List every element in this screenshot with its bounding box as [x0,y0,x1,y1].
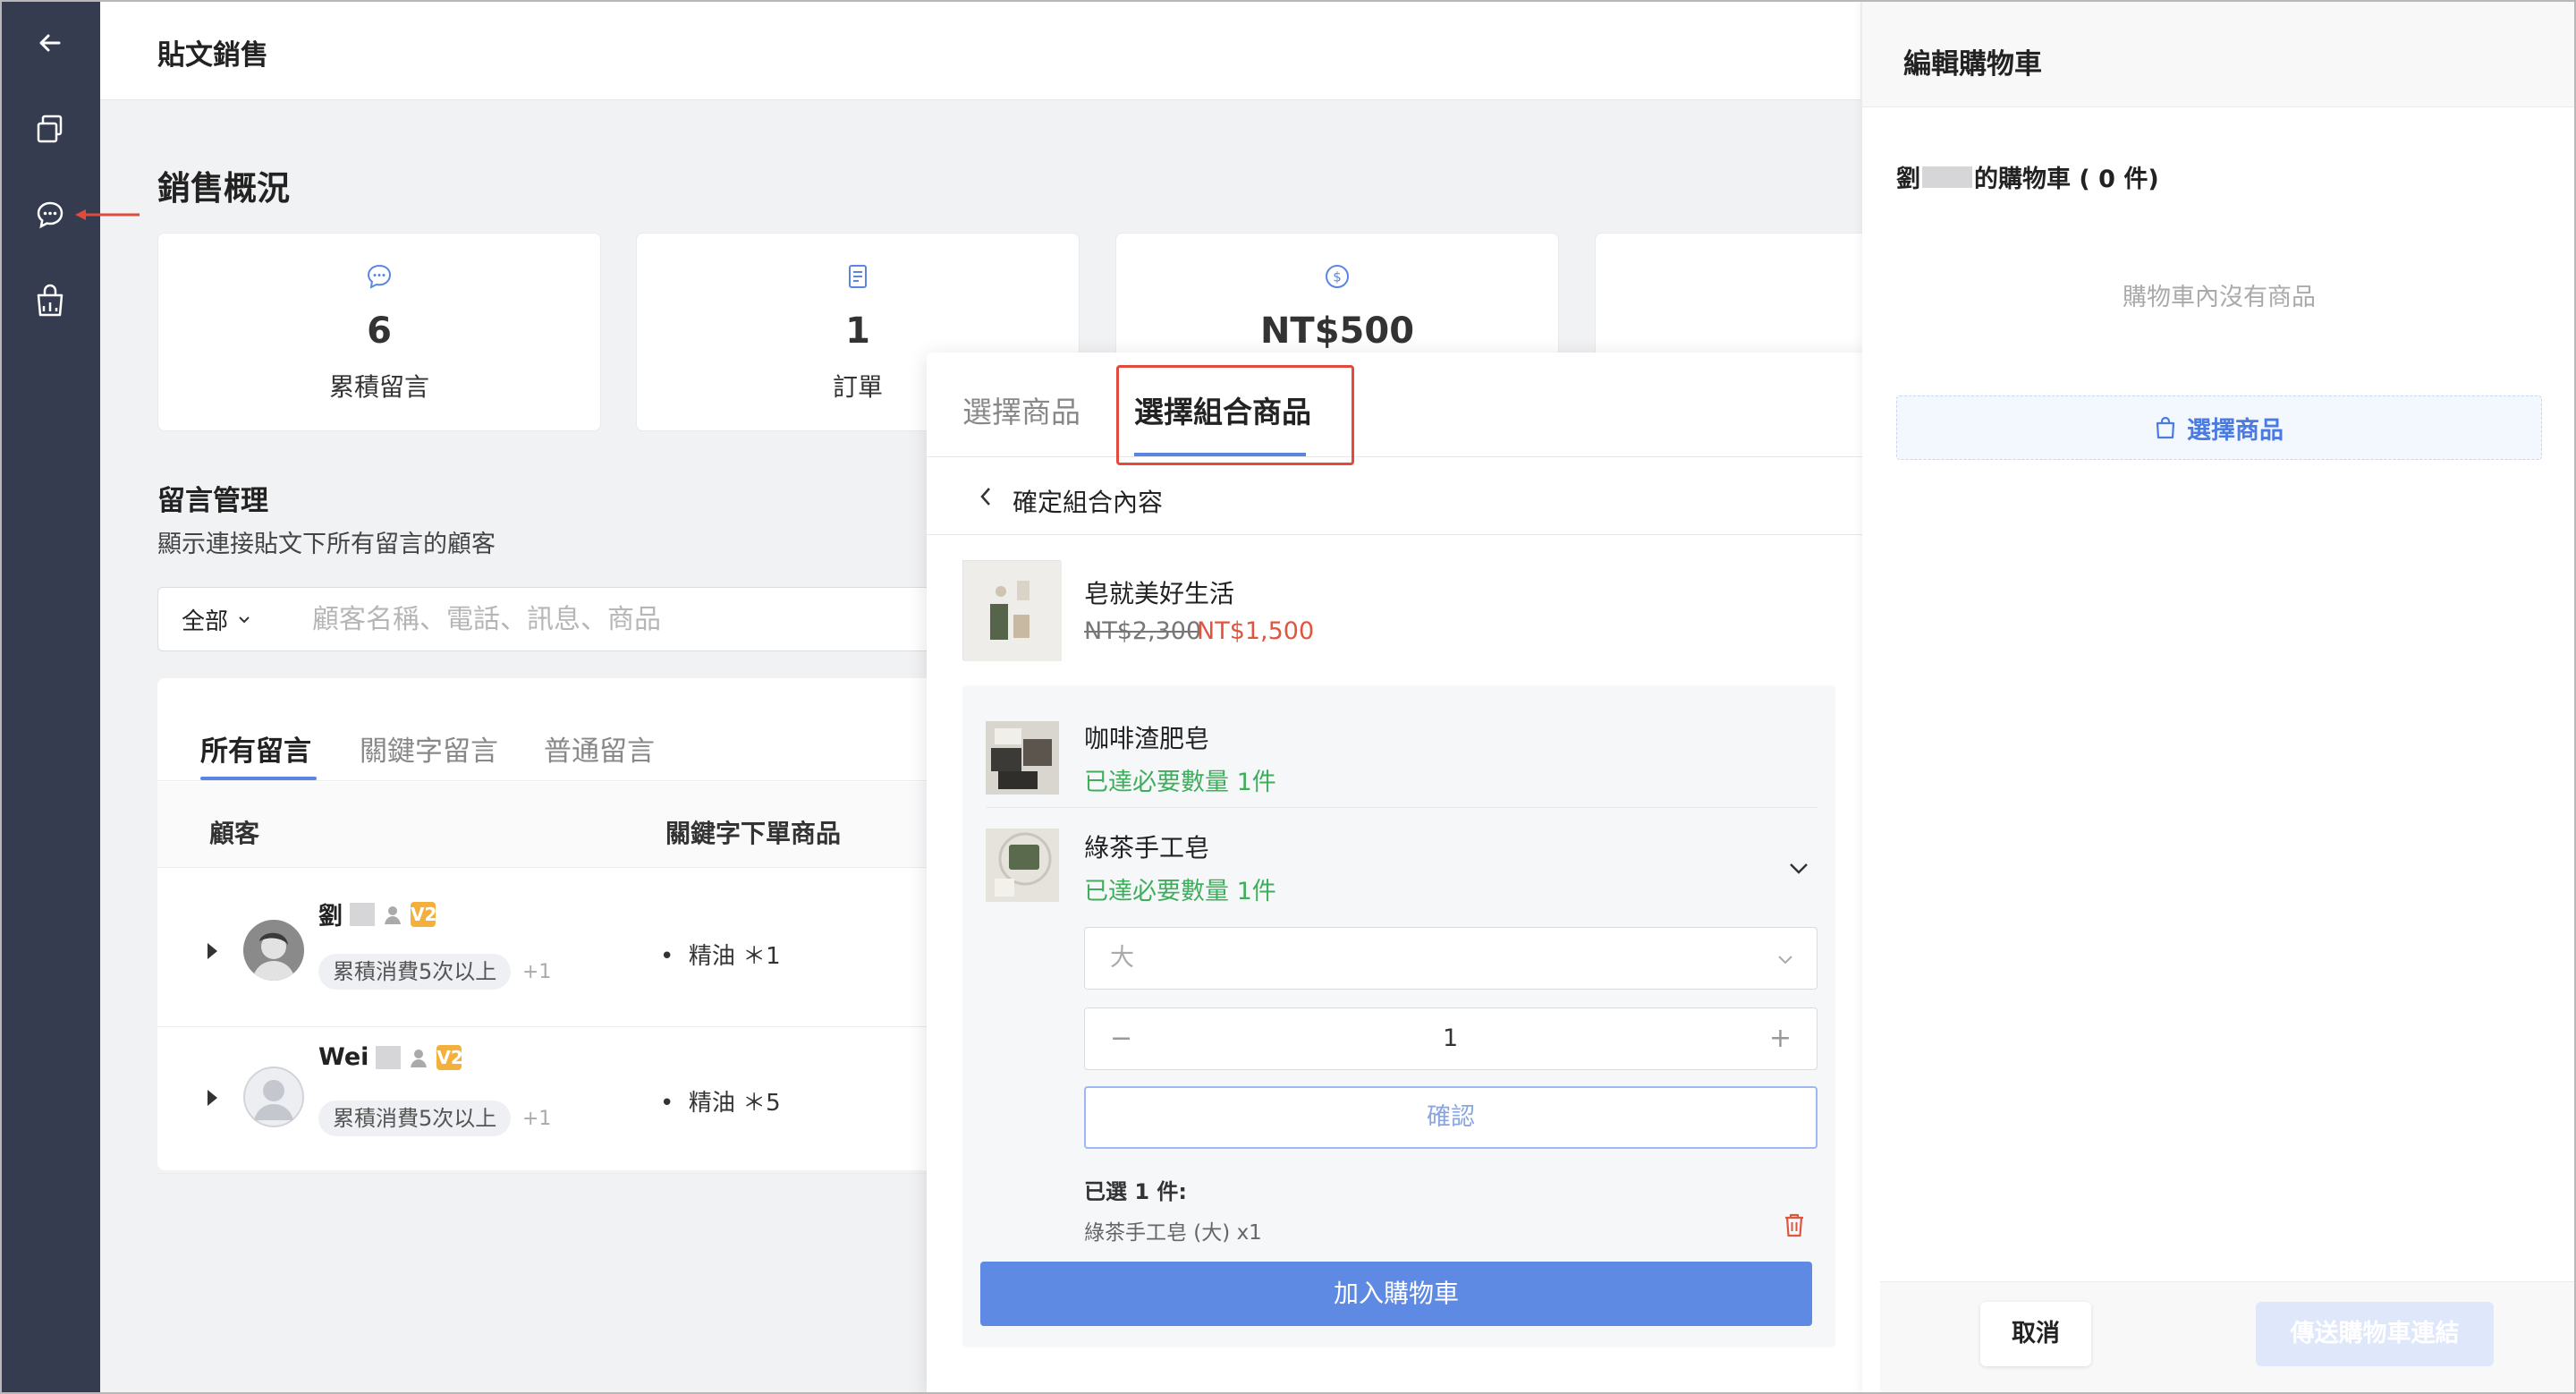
back-row[interactable]: 確定組合內容 [927,458,1875,535]
customer-name: 劉 V2 [318,901,437,931]
plus-icon[interactable]: + [1769,1023,1792,1054]
filter-value: 全部 [182,608,229,635]
bundle-product-popover: 選擇商品 選擇組合商品 確定組合內容 皂就美好生活 NT$2,300 NT$1,… [927,353,1875,1394]
stat-value: NT$500 [1259,310,1415,352]
keyword-product: • 精油 ＊1 [660,943,781,970]
size-select[interactable]: 大 [1084,927,1818,990]
tab-keyword-comments[interactable]: 關鍵字留言 [360,728,498,769]
size-value: 大 [1110,944,1134,972]
avatar [243,1067,304,1127]
original-price: NT$2,300 [1084,617,1202,645]
chevron-left-icon[interactable] [977,483,995,517]
expand-caret-icon[interactable] [208,943,217,959]
quantity-value: 1 [1443,1024,1459,1052]
quantity-stepper[interactable]: − 1 + [1084,1007,1818,1070]
search-input[interactable] [287,587,967,651]
overview-title: 銷售概況 [157,169,290,208]
item-image [986,721,1059,795]
annotation-arrow-icon [75,209,140,220]
expand-caret-icon[interactable] [208,1090,217,1106]
cart-empty-text: 購物車內沒有商品 [2123,284,2316,311]
svg-text:$: $ [1333,269,1342,285]
selected-item: 綠茶手工皂 (大) x1 [1084,1221,1262,1245]
column-customer: 顧客 [209,819,260,848]
chat-icon[interactable] [25,190,75,240]
customer-name: Wei V2 [318,1043,463,1071]
highlight-box [1116,365,1354,465]
cancel-button[interactable]: 取消 [1980,1302,2091,1366]
stat-label: 累積留言 [328,372,429,402]
page-title: 貼文銷售 [157,39,268,72]
back-label: 確定組合內容 [1013,488,1164,517]
back-arrow-icon[interactable] [25,18,75,68]
add-to-cart-button[interactable]: 加入購物車 [980,1262,1812,1326]
drawer-title: 編輯購物車 [1903,48,2042,81]
bundle-image [962,560,1062,661]
item-name: 咖啡渣肥皂 [1084,724,1210,753]
person-icon [411,1049,428,1067]
edit-cart-drawer: 編輯購物車 劉 的購物車 ( 0 件) 購物車內沒有商品 選擇商品 取消 傳送購… [1862,0,2576,1394]
comments-panel: 所有留言 關鍵字留言 普通留言 顧客 關鍵字下單商品 劉 V2 累積消費5次以上… [157,678,1016,1174]
chevron-down-icon[interactable] [1785,855,1812,882]
item-name: 綠茶手工皂 [1084,833,1210,863]
vip-badge: V2 [411,901,437,927]
send-cart-link-button[interactable]: 傳送購物車連結 [2256,1302,2494,1366]
tab-all-comments[interactable]: 所有留言 [200,728,311,769]
avatar [243,920,304,981]
cart-owner: 劉 的購物車 ( 0 件) [1896,166,2159,193]
redacted-text [1922,166,1972,188]
chevron-down-icon [1778,956,1792,965]
table-row[interactable]: Wei V2 累積消費5次以上 +1 • 精油 ＊5 [157,1027,1016,1174]
dollar-icon: $ [1326,265,1349,288]
choose-product-button[interactable]: 選擇商品 [1896,395,2542,460]
column-keyword-product: 關鍵字下單商品 [665,819,842,848]
comments-subtitle: 顯示連接貼文下所有留言的顧客 [157,531,496,558]
stat-value: 6 [367,310,392,352]
comments-title: 留言管理 [157,485,268,517]
stat-value: 1 [845,310,870,352]
item-status: 已達必要數量 1件 [1084,769,1276,796]
sale-price: NT$1,500 [1197,617,1315,645]
trash-icon[interactable] [1782,1211,1807,1238]
filter-select[interactable]: 全部 [157,587,288,651]
bundle-name: 皂就美好生活 [1084,579,1235,608]
person-icon [385,905,401,924]
item-image [986,829,1059,902]
bundle-items: 咖啡渣肥皂 已達必要數量 1件 綠茶手工皂 已達必要數量 1件 大 − 1 + … [962,685,1835,1347]
tab-select-product[interactable]: 選擇商品 [962,388,1080,431]
drawer-footer: 取消 傳送購物車連結 [1880,1281,2576,1394]
confirm-button[interactable]: 確認 [1084,1086,1818,1149]
minus-icon[interactable]: − [1110,1023,1132,1054]
redacted-text [376,1045,402,1069]
shopping-bag-icon[interactable] [25,276,75,326]
chat-icon [367,264,392,289]
pages-icon[interactable] [25,104,75,154]
customer-tag: 累積消費5次以上 [318,1101,512,1136]
chevron-down-icon [239,616,250,624]
item-status: 已達必要數量 1件 [1084,878,1276,905]
table-header [157,782,1016,868]
customer-tag: 累積消費5次以上 [318,954,512,990]
more-tags-count: +1 [522,1108,552,1130]
selected-count: 已選 1 件: [1084,1179,1188,1204]
stat-card-comments: 6 累積留言 [157,233,601,431]
vip-badge: V2 [436,1044,463,1070]
shopping-bag-icon [2156,416,2175,439]
more-tags-count: +1 [522,961,552,983]
receipt-icon [849,265,867,288]
redacted-text [350,902,375,926]
drawer-header: 編輯購物車 [1862,0,2576,107]
keyword-product: • 精油 ＊5 [660,1090,781,1117]
top-bar: 貼文銷售 [100,0,1860,100]
table-row[interactable]: 劉 V2 累積消費5次以上 +1 • 精油 ＊1 [157,880,1016,1027]
tab-normal-comments[interactable]: 普通留言 [544,728,655,769]
